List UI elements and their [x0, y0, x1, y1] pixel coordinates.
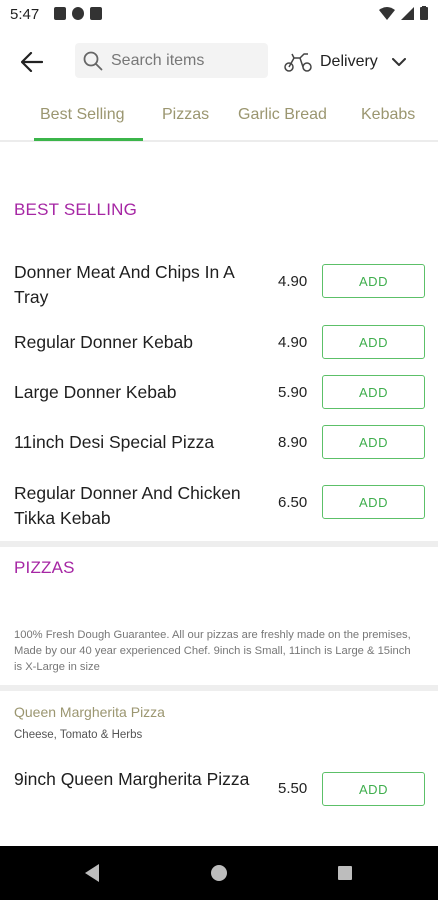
- chevron-down-icon: [391, 57, 406, 66]
- list-item: Large Donner Kebab 5.90 ADD: [0, 375, 438, 415]
- add-button[interactable]: ADD: [322, 325, 425, 359]
- add-button[interactable]: ADD: [322, 772, 425, 806]
- app-bar: Delivery: [0, 38, 438, 84]
- section-divider: [0, 685, 438, 691]
- list-item: 9inch Queen Margherita Pizza 5.50 ADD: [0, 766, 438, 822]
- tab-pizzas[interactable]: Pizzas: [162, 106, 209, 124]
- nav-back-icon[interactable]: [85, 864, 99, 882]
- item-name: Regular Donner Kebab: [14, 332, 194, 352]
- search-box[interactable]: [75, 43, 268, 78]
- section-description: 100% Fresh Dough Guarantee. All our pizz…: [14, 629, 411, 673]
- list-item: Donner Meat And Chips In A Tray 4.90 ADD: [0, 258, 438, 316]
- item-price: 5.90: [278, 384, 308, 401]
- item-name: 11inch Desi Special Pizza: [14, 432, 215, 452]
- subsection-title: Queen Margherita Pizza: [14, 704, 165, 720]
- notification-icon: [54, 7, 66, 20]
- subsection-description: Cheese, Tomato & Herbs: [14, 729, 143, 741]
- search-icon: [83, 51, 103, 70]
- notification-icons: [54, 7, 102, 20]
- delivery-selector[interactable]: Delivery: [284, 48, 424, 76]
- add-button[interactable]: ADD: [322, 485, 425, 519]
- storage-icon: [90, 7, 102, 20]
- tab-garlic-bread[interactable]: Garlic Bread: [238, 106, 327, 124]
- item-name: 9inch Queen Margherita Pizza: [14, 769, 250, 789]
- nav-home-icon[interactable]: [211, 865, 227, 881]
- tab-kebabs[interactable]: Kebabs: [361, 106, 415, 124]
- active-tab-indicator: [34, 138, 143, 141]
- back-button[interactable]: [14, 44, 50, 80]
- list-item: Regular Donner Kebab 4.90 ADD: [0, 325, 438, 365]
- section-title-best-selling: BEST SELLING: [14, 200, 138, 219]
- list-item: Regular Donner And Chicken Tikka Kebab 6…: [0, 480, 438, 536]
- status-bar: 5:47: [0, 0, 438, 30]
- system-icons: [379, 6, 428, 20]
- tab-best-selling[interactable]: Best Selling: [40, 106, 125, 124]
- item-name: Donner Meat And Chips In A Tray: [14, 262, 234, 307]
- wifi-icon: [379, 6, 395, 20]
- arrow-left-icon: [21, 52, 43, 72]
- add-button[interactable]: ADD: [322, 264, 425, 298]
- item-price: 8.90: [278, 434, 308, 451]
- section-title-pizzas: PIZZAS: [14, 558, 75, 577]
- nav-recents-icon[interactable]: [338, 866, 352, 880]
- delivery-label: Delivery: [320, 53, 378, 70]
- battery-icon: [420, 6, 428, 20]
- system-nav-bar: [0, 846, 438, 900]
- item-name: Large Donner Kebab: [14, 382, 177, 402]
- app-notification-icon: [72, 7, 84, 20]
- add-button[interactable]: ADD: [322, 375, 425, 409]
- item-price: 4.90: [278, 273, 308, 290]
- status-time: 5:47: [10, 6, 40, 23]
- add-button[interactable]: ADD: [322, 425, 425, 459]
- item-price: 6.50: [278, 494, 308, 511]
- item-price: 5.50: [278, 780, 308, 797]
- search-input[interactable]: [111, 51, 261, 70]
- signal-icon: [401, 6, 414, 20]
- category-tabs: Best Selling Pizzas Garlic Bread Kebabs: [0, 96, 438, 142]
- item-price: 4.90: [278, 334, 308, 351]
- scooter-icon: [284, 53, 312, 72]
- list-item: 11inch Desi Special Pizza 8.90 ADD: [0, 425, 438, 465]
- item-name: Regular Donner And Chicken Tikka Kebab: [14, 483, 241, 528]
- section-divider: [0, 541, 438, 547]
